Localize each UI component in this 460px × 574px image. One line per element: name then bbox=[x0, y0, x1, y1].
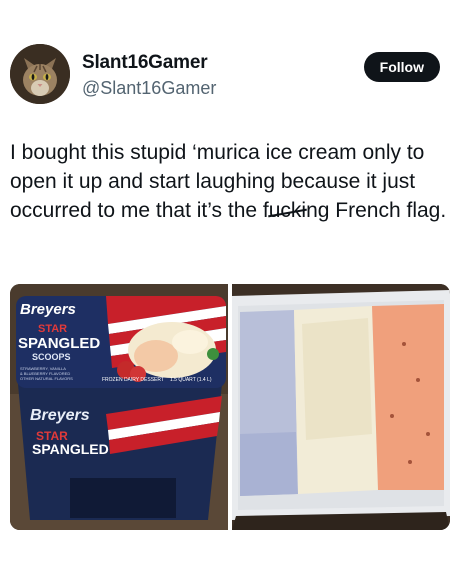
label-scoops: SCOOPS bbox=[32, 352, 71, 362]
ice-cream-carton-photo[interactable]: Breyers STAR SPANGLED Breyers STAR SPANG… bbox=[10, 284, 228, 530]
follow-button[interactable]: Follow bbox=[363, 52, 440, 82]
author-display-name[interactable]: Slant16Gamer bbox=[82, 52, 208, 74]
tweet-media[interactable]: Breyers STAR SPANGLED Breyers STAR SPANG… bbox=[10, 284, 450, 530]
side-spangled: SPANGLED bbox=[32, 441, 109, 457]
fine-print-line: OTHER NATURAL FLAVORS bbox=[20, 376, 73, 381]
label-spangled: SPANGLED bbox=[18, 335, 100, 352]
blue-white-red-ice-cream-icon[interactable] bbox=[232, 284, 450, 530]
side-brand: Breyers bbox=[30, 407, 90, 424]
author-handle[interactable]: @Slant16Gamer bbox=[82, 78, 216, 99]
label-star: STAR bbox=[38, 323, 67, 335]
tweet-header: Slant16Gamer @Slant16Gamer Follow bbox=[10, 44, 450, 108]
label-dessert: FROZEN DAIRY DESSERT bbox=[102, 377, 164, 383]
cat-avatar-icon[interactable] bbox=[10, 44, 70, 104]
label-size: 1.5 QUART (1.4 L) bbox=[170, 377, 212, 383]
tweet-text-part: ng French flag. bbox=[306, 199, 447, 222]
lid-brand-logo: Breyers bbox=[20, 301, 76, 318]
crossed-out-text: ucki bbox=[269, 196, 306, 225]
tweet-text: I bought this stupid ‘murica ice cream o… bbox=[10, 138, 450, 225]
